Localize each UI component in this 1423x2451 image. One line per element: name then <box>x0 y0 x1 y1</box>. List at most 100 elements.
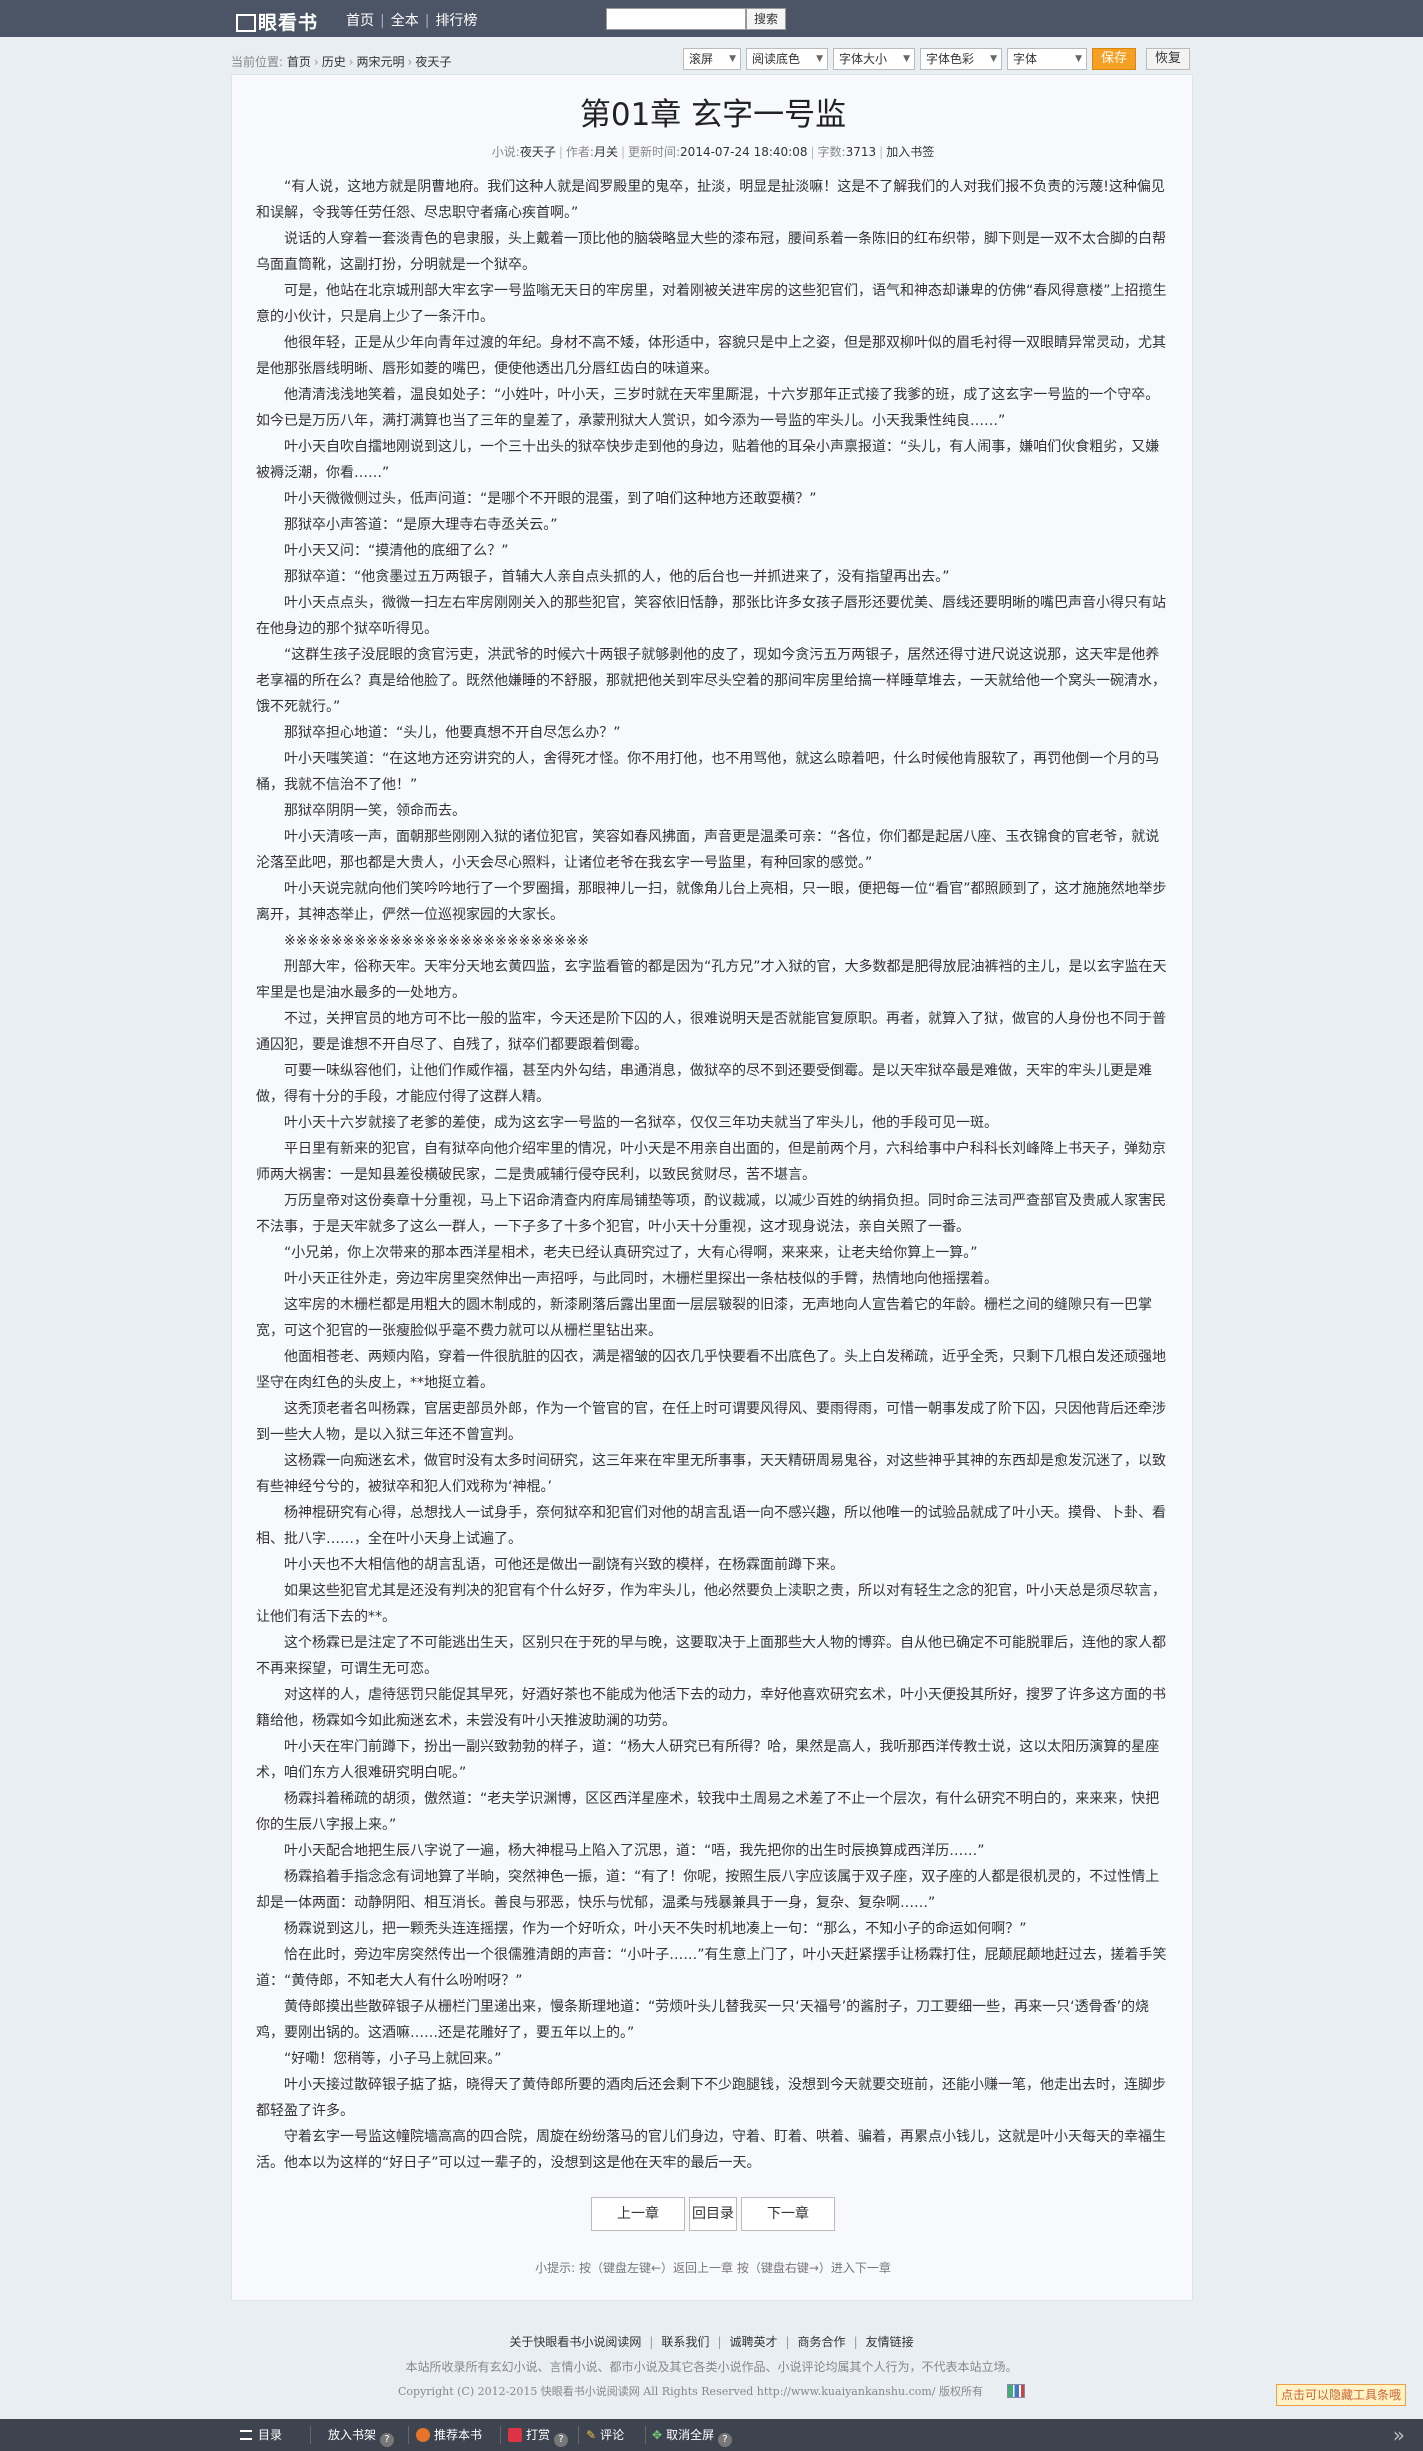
breadcrumb-label: 当前位置: <box>231 55 284 69</box>
background-color-select[interactable]: 阅读底色 ▼ <box>746 48 828 70</box>
list-icon <box>240 2430 252 2440</box>
paragraph: “好嘞！您稍等，小子马上就回来。” <box>284 2051 502 2067</box>
recommend-icon <box>416 2428 430 2442</box>
hide-toolbar-tip[interactable]: 点击可以隐藏工具条哦 <box>1276 2384 1406 2406</box>
tip-author-button[interactable]: 打赏? <box>508 2427 569 2447</box>
nav-ranking-link[interactable]: 排行榜 <box>435 13 477 29</box>
paragraph: 叶小天点点头，微微一扫左右牢房刚刚关入的那些犯官，笑容依旧恬静，那张比许多女孩子… <box>256 595 1166 637</box>
paragraph: 平日里有新来的犯官，自有狱卒向他介绍牢里的情况，叶小天是不用亲自出面的，但是前两… <box>256 1141 1166 1183</box>
paragraph: 对这样的人，虐待惩罚只能促其早死，好酒好茶也不能成为他活下去的动力，幸好他喜欢研… <box>256 1687 1166 1729</box>
paragraph: 这牢房的木栅栏都是用粗大的圆木制成的，新漆刷落后露出里面一层层皲裂的旧漆，无声地… <box>256 1297 1152 1339</box>
site-logo[interactable]: 眼看书 <box>236 8 318 35</box>
stats-icon[interactable] <box>1006 2384 1025 2398</box>
restore-button[interactable]: 恢复 <box>1146 48 1190 70</box>
paragraph: 叶小天微微侧过头，低声问道：“是哪个不开眼的混蛋，到了咱们这种地方还敢耍横？” <box>284 491 817 507</box>
recommend-button[interactable]: 推荐本书 <box>416 2427 482 2443</box>
paragraph: 那狱卒小声答道：“是原大理寺右寺丞关云。” <box>284 517 558 533</box>
word-count: 3713 <box>845 145 877 159</box>
footer-jobs-link[interactable]: 诚聘英才 <box>729 2335 777 2349</box>
help-icon: ? <box>718 2433 733 2447</box>
paragraph: 杨霖抖着稀疏的胡须，傲然道：“老夫学识渊博，区区西洋星座术，较我中土周易之术差了… <box>256 1791 1160 1833</box>
paragraph: 叶小天在牢门前蹲下，扮出一副兴致勃勃的样子，道：“杨大人研究已有所得？哈，果然是… <box>256 1739 1160 1781</box>
paragraph: 可要一味纵容他们，让他们作威作福，甚至内外勾结，串通消息，做狱卒的尽不到还要受倒… <box>256 1063 1152 1105</box>
breadcrumb: 当前位置: 首页 › 历史 › 两宋元明 › 夜天子 <box>231 55 452 69</box>
paragraph: 恰在此时，旁边牢房突然传出一个很儒雅清朗的声音：“小叶子……”有生意上门了，叶小… <box>256 1947 1167 1989</box>
next-chapter-button[interactable]: 下一章 <box>741 2197 835 2231</box>
chapter-pager: 上一章 回目录 下一章 <box>232 2197 1194 2231</box>
novel-name[interactable]: 夜天子 <box>520 145 556 159</box>
search-input[interactable] <box>606 8 746 30</box>
breadcrumb-category[interactable]: 历史 <box>322 55 346 69</box>
paragraph: 这秃顶老者名叫杨霖，官居吏部员外郎，作为一个管官的官，在任上时可谓要风得风、要雨… <box>256 1401 1166 1443</box>
paragraph: 叶小天清咳一声，面朝那些刚刚入狱的诸位犯官，笑容如春风拂面，声音更是温柔可亲：“… <box>256 829 1160 871</box>
footer-links: 关于快眼看书小说阅读网 | 联系我们 | 诚聘英才 | 商务合作 | 友情链接 <box>509 2335 914 2349</box>
nav-complete-link[interactable]: 全本 <box>391 13 419 29</box>
paragraph: 叶小天嗤笑道：“在这地方还穷讲究的人，舍得死才怪。你不用打他，也不用骂他，就这么… <box>256 751 1160 793</box>
chapter-content: 第01章 玄字一号监 小说:夜天子 | 作者:月关 | 更新时间:2014-07-24 … <box>231 74 1193 2301</box>
paragraph: 他面相苍老、两颊内陷，穿着一件很肮脏的囚衣，满是褶皱的囚衣几乎快要看不出底色了。… <box>256 1349 1166 1391</box>
footer-disclaimer: 本站所收录所有玄幻小说、言情小说、都市小说及其它各类小说作品、小说评论均属其个人… <box>405 2360 1018 2374</box>
chapter-index-button[interactable]: 回目录 <box>689 2197 737 2231</box>
breadcrumb-subcategory[interactable]: 两宋元明 <box>357 55 405 69</box>
paragraph: 叶小天又问：“摸清他的底细了么？” <box>284 543 509 559</box>
scroll-select[interactable]: 滚屏 ▼ <box>683 48 741 70</box>
prev-chapter-button[interactable]: 上一章 <box>591 2197 685 2231</box>
paragraph: “这群生孩子没屁眼的贪官污吏，洪武爷的时候六十两银子就够剥他的皮了，现如今贪污五… <box>256 647 1166 715</box>
toc-button[interactable]: 目录 <box>240 2427 282 2443</box>
help-icon: ? <box>380 2433 395 2447</box>
add-to-shelf-button[interactable]: 放入书架? <box>328 2427 395 2447</box>
chevron-down-icon: ▼ <box>903 54 910 64</box>
paragraph: “有人说，这地方就是阴曹地府。我们这种人就是阎罗殿里的鬼卒，扯淡，明显是扯淡嘛！… <box>256 179 1165 221</box>
chapter-body: “有人说，这地方就是阴曹地府。我们这种人就是阎罗殿里的鬼卒，扯淡，明显是扯淡嘛！… <box>256 174 1170 2176</box>
comment-button[interactable]: ✎ 评论 <box>586 2427 624 2443</box>
paragraph: 叶小天配合地把生辰八字说了一遍，杨大神棍马上陷入了沉思，道：“唔，我先把你的出生… <box>284 1843 985 1859</box>
paragraph: 那狱卒担心地道：“头儿，他要真想不开自尽怎么办？” <box>284 725 621 741</box>
chevron-down-icon: ▼ <box>1075 54 1082 64</box>
paragraph: 杨神棍研究有心得，总想找人一试身手，奈何狱卒和犯官们对他的胡言乱语一向不感兴趣，… <box>256 1505 1166 1547</box>
paragraph: 他清清浅浅地笑着，温良如处子：“小姓叶，叶小天，三岁时就在天牢里厮混，十六岁那年… <box>256 387 1160 429</box>
collapse-icon[interactable]: » <box>1393 2425 1405 2445</box>
paragraph: 不过，关押官员的地方可不比一般的监牢，今天还是阶下囚的人，很难说明天是否就能官复… <box>256 1011 1166 1053</box>
paragraph: 杨霖掐着手指念念有词地算了半晌，突然神色一振，道：“有了！你呢，按照生辰八字应该… <box>256 1869 1160 1911</box>
paragraph: 黄侍郎摸出些散碎银子从栅栏门里递出来，慢条斯理地道：“劳烦叶头儿替我买一只‘天福… <box>256 1999 1150 2041</box>
author-name[interactable]: 月关 <box>594 145 618 159</box>
footer-about-link[interactable]: 关于快眼看书小说阅读网 <box>509 2335 641 2349</box>
search-button[interactable]: 搜索 <box>746 8 786 30</box>
save-button[interactable]: 保存 <box>1092 48 1136 70</box>
paragraph: 叶小天正往外走，旁边牢房里突然伸出一声招呼，与此同时，木栅栏里探出一条枯枝似的手… <box>284 1271 998 1287</box>
chapter-meta: 小说:夜天子 | 作者:月关 | 更新时间:2014-07-24 18:40:08 | 字数… <box>491 145 935 159</box>
update-time: 2014-07-24 18:40:08 <box>680 145 808 159</box>
breadcrumb-book[interactable]: 夜天子 <box>415 55 451 69</box>
font-family-select[interactable]: 字体 ▼ <box>1007 48 1087 70</box>
top-nav: 首页 | 全本 | 排行榜 <box>346 13 478 29</box>
paragraph: 叶小天接过散碎银子掂了掂，晓得天了黄侍郎所要的酒肉后还会剩下不少跑腿钱，没想到今… <box>256 2077 1166 2119</box>
font-color-select[interactable]: 字体色彩 ▼ <box>920 48 1002 70</box>
paragraph: 那狱卒阴阴一笑，领命而去。 <box>284 803 466 819</box>
footer-contact-link[interactable]: 联系我们 <box>661 2335 709 2349</box>
bookmark-link[interactable]: 加入书签 <box>886 145 934 159</box>
keyboard-tip: 小提示: 按（键盘左键←）返回上一章 按（键盘右键→）进入下一章 <box>535 2261 891 2275</box>
chevron-down-icon: ▼ <box>990 54 997 64</box>
paragraph: 叶小天也不大相信他的胡言乱语，可他还是做出一副饶有兴致的模样，在杨霖面前蹲下来。 <box>284 1557 844 1573</box>
font-size-select[interactable]: 字体大小 ▼ <box>833 48 915 70</box>
paragraph: 说话的人穿着一套淡青色的皂隶服，头上戴着一顶比他的脑袋略显大些的漆布冠，腰间系着… <box>256 231 1166 273</box>
paragraph: 那狱卒道：“他贪墨过五万两银子，首辅大人亲自点头抓的人，他的后台也一并抓进来了，… <box>284 569 950 585</box>
footer-friends-link[interactable]: 友情链接 <box>866 2335 914 2349</box>
pencil-icon: ✎ <box>586 2428 597 2442</box>
paragraph: 叶小天十六岁就接了老爹的差使，成为这玄字一号监的一名狱卒，仅仅三年功夫就当了牢头… <box>284 1115 998 1131</box>
paragraph: 叶小天说完就向他们笑吟吟地行了一个罗圈揖，那眼神儿一扫，就像角儿台上亮相，只一眼… <box>256 881 1167 923</box>
paragraph: 杨霖说到这儿，把一颗秃头连连摇摆，作为一个好听众，叶小天不失时机地凑上一句：“那… <box>284 1921 1027 1937</box>
paragraph: “小兄弟，你上次带来的那本西洋星相术，老夫已经认真研究过了，大有心得啊，来来来，… <box>284 1245 978 1261</box>
paragraph: 这杨霖一向痴迷玄术，做官时没有太多时间研究，这三年来在牢里无所事事，天天精研周易… <box>256 1453 1166 1495</box>
footer-business-link[interactable]: 商务合作 <box>798 2335 846 2349</box>
chapter-title: 第01章 玄字一号监 <box>579 97 847 133</box>
fullscreen-icon: ✥ <box>652 2428 663 2442</box>
exit-fullscreen-button[interactable]: ✥ 取消全屏? <box>652 2427 733 2447</box>
breadcrumb-home[interactable]: 首页 <box>287 55 311 69</box>
nav-home-link[interactable]: 首页 <box>346 13 374 29</box>
paragraph: 刑部大牢，俗称天牢。天牢分天地玄黄四监，玄字监看管的都是因为“孔方兄”才入狱的官… <box>256 959 1167 1001</box>
footer-copyright: Copyright (C) 2012-2015 快眼看书小说阅读网 All Ri… <box>0 2383 1423 2399</box>
footer: 关于快眼看书小说阅读网 | 联系我们 | 诚聘英才 | 商务合作 | 友情链接 本站所收录所有玄… <box>0 2333 1423 2399</box>
paragraph: 叶小天自吹自擂地刚说到这儿，一个三十出头的狱卒快步走到他的身边，贴着他的耳朵小声… <box>256 439 1160 481</box>
bottom-toolbar: 目录 放入书架? 推荐本书 打赏? ✎ 评论 ✥ 取消全屏? » <box>0 2419 1423 2451</box>
